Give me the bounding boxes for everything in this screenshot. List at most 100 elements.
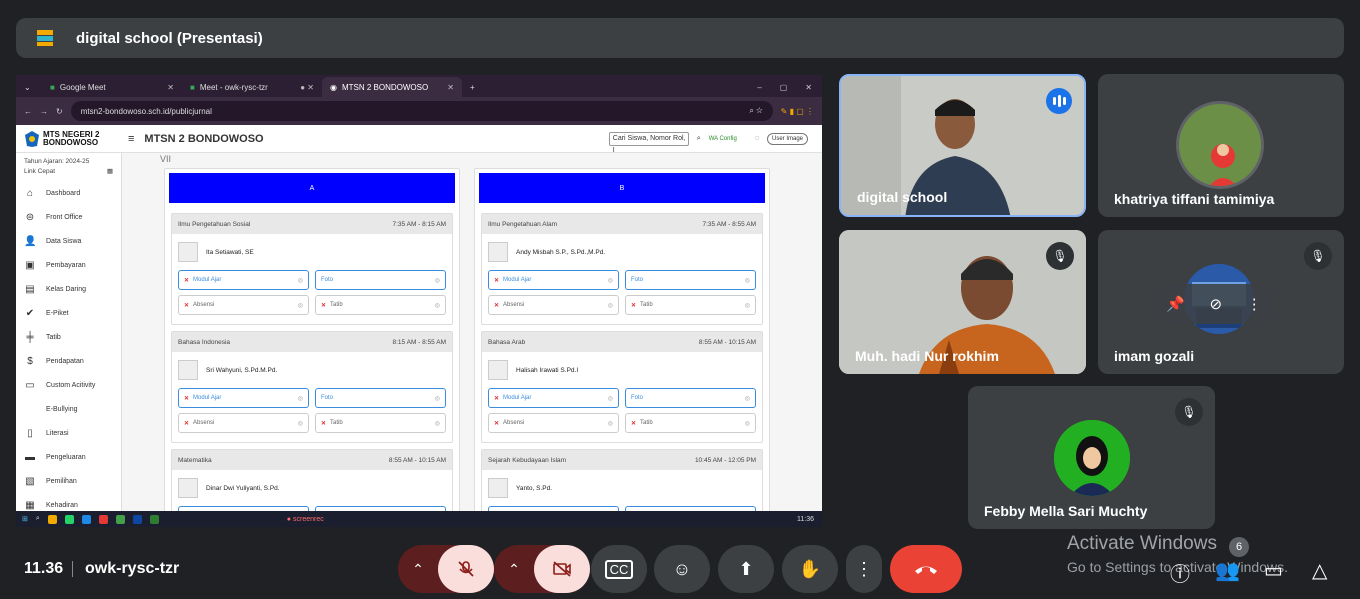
minimize-icon[interactable]: – xyxy=(757,83,761,92)
sidebar-item[interactable]: ▯ Literasi xyxy=(16,421,121,445)
sidebar-item[interactable]: E-Bullying xyxy=(16,397,121,421)
file-explorer-icon[interactable] xyxy=(47,514,57,524)
windows-start-icon[interactable]: ⊞ xyxy=(22,515,28,523)
user-add-icon: 👤 xyxy=(24,235,37,247)
absensi-button[interactable]: ✕ Absensi ◎ xyxy=(488,413,619,433)
camera-icon: ◎ xyxy=(607,395,613,402)
tab-meet-code[interactable]: ■ Meet - owk-rysc-tzr ● ✕ xyxy=(182,77,322,97)
reload-icon[interactable]: ↻ xyxy=(56,107,63,116)
new-tab-icon[interactable]: + xyxy=(462,83,483,97)
check-icon: ✔ xyxy=(25,307,35,319)
participant-tile-khatriya[interactable]: khatriya tiffani tamimiya xyxy=(1098,74,1344,217)
sidebar-item[interactable]: ▤ Kelas Daring xyxy=(16,277,121,301)
participant-name: khatriya tiffani tamimiya xyxy=(1114,191,1275,207)
more-vert-icon: ⋮ xyxy=(855,558,873,579)
grid-icon[interactable]: ▦ xyxy=(107,167,113,177)
user-image-button[interactable]: User Image xyxy=(766,132,808,145)
tab-label: Meet - owk-rysc-tzr xyxy=(199,82,268,92)
modul-ajar-button[interactable]: ✕Modul Ajar ◎ xyxy=(488,270,619,290)
mic-options-chevron-icon[interactable]: ⌃ xyxy=(398,561,438,578)
sidebar-item[interactable]: ╪ Tatib xyxy=(16,325,121,349)
absensi-button[interactable]: ✕ Absensi ◎ xyxy=(178,413,309,433)
close-icon[interactable]: ✕ xyxy=(447,83,454,92)
participant-tile-febby[interactable]: 🎙 Febby Mella Sari Muchty xyxy=(968,386,1215,529)
present-button[interactable]: ⬆ xyxy=(718,545,774,593)
chat-icon[interactable]: ▭ xyxy=(1264,558,1283,583)
foto-button[interactable]: Foto ◎ xyxy=(315,270,446,290)
leave-call-button[interactable] xyxy=(890,545,962,593)
tatib-button[interactable]: ✕ Tatib ◎ xyxy=(625,295,756,315)
absensi-button[interactable]: ✕ Absensi ◎ xyxy=(488,295,619,315)
whatsapp-icon[interactable] xyxy=(64,514,74,524)
search-icon[interactable]: ⌕ xyxy=(697,135,701,143)
camera-options-chevron-icon[interactable]: ⌃ xyxy=(494,561,534,578)
captions-button[interactable]: CC xyxy=(591,545,647,593)
reactions-button[interactable]: ☺ xyxy=(654,545,710,593)
close-icon[interactable]: ● ✕ xyxy=(300,83,314,92)
modul-ajar-button[interactable]: ✕Modul Ajar ◎ xyxy=(178,270,309,290)
foto-button[interactable]: Foto ◎ xyxy=(315,388,446,408)
absensi-button[interactable]: ✕ Absensi ◎ xyxy=(178,295,309,315)
sidebar-item[interactable]: ▬ Pengeluaran xyxy=(16,445,121,469)
more-options-button[interactable]: ⋮ xyxy=(846,545,882,593)
sidebar-item[interactable]: $ Pendapatan xyxy=(16,349,121,373)
class-header[interactable]: B xyxy=(479,173,765,203)
excel-icon[interactable] xyxy=(149,514,159,524)
sidebar-item[interactable]: 👤 Data Siswa xyxy=(16,229,121,253)
tatib-button[interactable]: ✕ Tatib ◎ xyxy=(315,413,446,433)
youtube-icon[interactable] xyxy=(98,514,108,524)
search-icon[interactable]: ⌕ xyxy=(36,515,40,523)
lesson-header: Bahasa Indonesia 8:15 AM - 8:55 AM xyxy=(172,332,452,352)
edge-icon[interactable] xyxy=(81,514,91,524)
tab-google-meet[interactable]: ■ Google Meet ✕ xyxy=(42,77,182,97)
teacher-name: Yanto, S.Pd. xyxy=(516,484,553,492)
url-field[interactable]: mtsn2-bondowoso.sch.id/publicjurnal ⌕ ☆ xyxy=(70,101,773,121)
activities-icon[interactable]: △ xyxy=(1312,558,1327,583)
sidebar-item[interactable]: ⌂ Dashboard xyxy=(16,181,121,205)
sidebar-item[interactable]: ▣ Pembayaran xyxy=(16,253,121,277)
captions-icon: CC xyxy=(604,559,634,579)
foto-button[interactable]: Foto ◎ xyxy=(625,388,756,408)
camera-off-button[interactable] xyxy=(534,545,590,593)
close-icon[interactable]: ✕ xyxy=(167,83,174,92)
tatib-button[interactable]: ✕ Tatib ◎ xyxy=(625,413,756,433)
link-cepat[interactable]: Link Cepat xyxy=(24,167,55,177)
foto-button[interactable]: Foto ◎ xyxy=(625,270,756,290)
subject: Ilmu Pengetahuan Alam xyxy=(488,220,558,228)
people-icon[interactable]: 👥 xyxy=(1215,558,1240,583)
sidebar-item[interactable]: ▭ Custom Acitivity xyxy=(16,373,121,397)
zoom-icon[interactable]: ⌕ ☆ xyxy=(749,106,762,116)
chat-icon[interactable]: ◌ xyxy=(755,135,759,142)
tatib-button[interactable]: ✕ Tatib ◎ xyxy=(315,295,446,315)
class-header[interactable]: A xyxy=(169,173,455,203)
wa-config-link[interactable]: WA Config xyxy=(709,136,737,142)
extension-icon[interactable]: ✎ ▮ ▢ ⋮ xyxy=(781,107,814,116)
lesson-time: 8:55 AM - 10:15 AM xyxy=(388,456,446,464)
mute-remote-icon[interactable]: ⊘ xyxy=(1210,295,1223,313)
camera-icon: ◎ xyxy=(744,395,750,402)
info-icon[interactable]: ⓘ xyxy=(1170,558,1190,587)
participant-tile-hadi[interactable]: 🎙 Muh. hadi Nur rokhim xyxy=(839,230,1086,374)
site-search-input[interactable]: Cari Siswa, Nomor Rol, I xyxy=(608,131,689,154)
more-options-icon[interactable]: ⋮ xyxy=(1247,295,1262,313)
sidebar-item[interactable]: ✔ E-Piket xyxy=(16,301,121,325)
chrome-icon[interactable] xyxy=(115,514,125,524)
maximize-icon[interactable]: ▢ xyxy=(780,83,788,92)
back-icon[interactable]: ← xyxy=(24,107,32,116)
modul-ajar-button[interactable]: ✕Modul Ajar ◎ xyxy=(178,388,309,408)
mic-off-button[interactable] xyxy=(438,545,494,593)
raise-hand-button[interactable]: ✋ xyxy=(782,545,838,593)
tab-list-icon[interactable]: ⌄ xyxy=(16,77,42,97)
close-window-icon[interactable]: ✕ xyxy=(805,83,812,92)
sidebar-item[interactable]: ▧ Pemilihan xyxy=(16,469,121,493)
participant-tile-imam[interactable]: 📌 ⊘ ⋮ 🎙 imam gozali xyxy=(1098,230,1344,374)
tab-mtsn[interactable]: ◉ MTSN 2 BONDOWOSO ✕ xyxy=(322,77,462,97)
word-icon[interactable] xyxy=(132,514,142,524)
pin-icon[interactable]: 📌 xyxy=(1166,295,1185,313)
menu-toggle-icon[interactable]: ≡ xyxy=(128,133,134,145)
forward-icon[interactable]: → xyxy=(40,107,48,116)
participant-tile-digital-school[interactable]: digital school xyxy=(839,74,1086,217)
modul-ajar-button[interactable]: ✕Modul Ajar ◎ xyxy=(488,388,619,408)
status-x-icon: ✕ xyxy=(631,420,637,427)
sidebar-item[interactable]: ⊜ Front Office xyxy=(16,205,121,229)
